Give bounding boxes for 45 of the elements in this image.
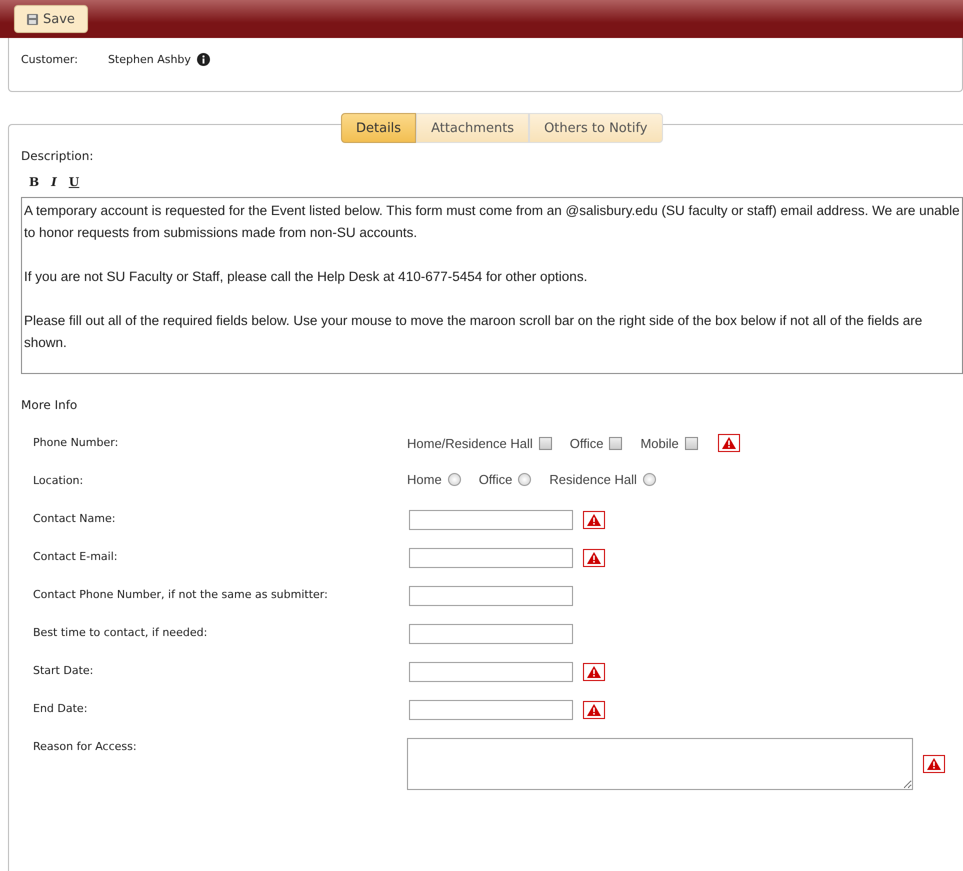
- checkbox[interactable]: [538, 436, 552, 450]
- radio-button[interactable]: [642, 473, 656, 486]
- radio-button[interactable]: [448, 473, 461, 486]
- field-label: Location:: [32, 473, 84, 487]
- field-label: Contact E-mail:: [32, 549, 118, 563]
- radio-button[interactable]: [518, 473, 532, 486]
- text-area[interactable]: [407, 738, 913, 790]
- option-label: Office: [570, 436, 604, 450]
- info-icon[interactable]: [196, 53, 210, 66]
- option-label: Home/Residence Hall: [407, 436, 533, 450]
- tab[interactable]: Details: [341, 113, 416, 143]
- description-paragraph: Please fill out all of the required fields below. Use your mouse to move the maroon scroll bar on the right side of the box below if not all of the fields are shown.: [24, 312, 924, 352]
- input-field[interactable]: [409, 548, 573, 568]
- customer-label: Customer:: [21, 53, 78, 66]
- customer-name: Stephen Ashby: [108, 53, 191, 66]
- tab[interactable]: Attachments: [416, 113, 530, 143]
- input-field[interactable]: [409, 624, 573, 644]
- field-label: Phone Number:: [32, 435, 120, 449]
- field-label: End Date:: [32, 701, 88, 715]
- option-label: Mobile: [640, 436, 679, 450]
- description-box[interactable]: [21, 197, 963, 374]
- field-label: Start Date:: [32, 663, 94, 677]
- description-label: Description:: [21, 149, 94, 163]
- checkbox[interactable]: [609, 436, 622, 450]
- field-label: Contact Name:: [32, 511, 116, 525]
- option-label: Residence Hall: [549, 472, 637, 487]
- section-title: More Info: [21, 398, 78, 412]
- input-field[interactable]: [409, 586, 573, 606]
- checkbox[interactable]: [684, 436, 698, 450]
- input-field[interactable]: [409, 662, 573, 682]
- save-button[interactable]: Save: [14, 5, 88, 33]
- option-label: Home: [407, 472, 442, 487]
- field-label: Best time to contact, if needed:: [32, 625, 208, 639]
- field-label: Contact Phone Number, if not the same as submitter:: [32, 587, 329, 601]
- option-label: Office: [478, 472, 512, 487]
- description-paragraph: A temporary account is requested for the Event listed below. This form must come from an @salisbury.edu (SU faculty or staff) email address. We are unable to honor requests from submissions made from non-SU accounts.: [24, 202, 960, 242]
- format-button[interactable]: B: [29, 175, 40, 189]
- input-field[interactable]: [409, 700, 573, 720]
- field-label: Reason for Access:: [32, 739, 138, 753]
- format-button[interactable]: I: [51, 175, 57, 189]
- save-icon: [27, 14, 38, 24]
- input-field[interactable]: [409, 510, 573, 530]
- format-button[interactable]: U: [68, 175, 80, 189]
- tab[interactable]: Others to Notify: [529, 113, 662, 143]
- description-paragraph: If you are not SU Faculty or Staff, please call the Help Desk at 410-677-5454 for other options.: [24, 268, 588, 286]
